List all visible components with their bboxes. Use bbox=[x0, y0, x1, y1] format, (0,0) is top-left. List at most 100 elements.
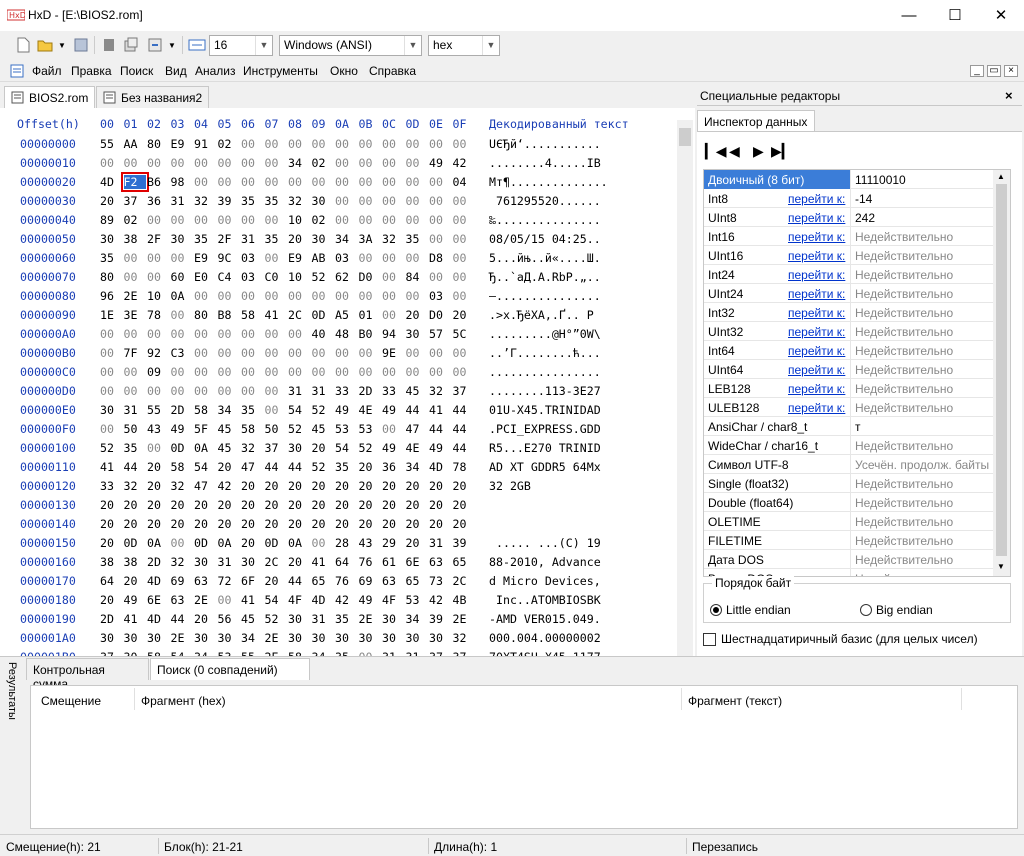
hex-byte[interactable]: 20 bbox=[406, 479, 428, 493]
hex-byte[interactable]: 00 bbox=[171, 213, 193, 227]
hex-byte[interactable]: 00 bbox=[288, 327, 310, 341]
hex-byte[interactable]: 20 bbox=[100, 498, 122, 512]
hex-byte[interactable]: 00 bbox=[335, 213, 357, 227]
inspector-row[interactable]: Int24 перейти к: Недействительно bbox=[704, 265, 996, 284]
hex-byte[interactable]: 30 bbox=[194, 631, 216, 645]
open-folder-icon[interactable] bbox=[36, 36, 54, 54]
hex-byte[interactable]: 00 bbox=[312, 536, 334, 550]
hex-byte[interactable]: 00 bbox=[382, 213, 404, 227]
hex-byte[interactable]: 52 bbox=[100, 441, 122, 455]
hex-byte[interactable]: 00 bbox=[147, 384, 169, 398]
hex-byte[interactable]: 33 bbox=[100, 479, 122, 493]
decoded-text[interactable]: ........113-3E27 bbox=[489, 384, 601, 398]
maximize-icon[interactable]: ☐ bbox=[932, 0, 978, 31]
hex-byte[interactable]: 00 bbox=[453, 213, 475, 227]
hex-byte[interactable]: 2F bbox=[218, 232, 240, 246]
hex-byte[interactable]: 20 bbox=[312, 498, 334, 512]
hex-byte[interactable]: E9 bbox=[194, 251, 216, 265]
hex-byte[interactable]: 31 bbox=[312, 384, 334, 398]
hex-byte[interactable]: 36 bbox=[382, 460, 404, 474]
hex-byte[interactable]: 00 bbox=[359, 346, 381, 360]
hex-byte[interactable]: 53 bbox=[406, 593, 428, 607]
hex-byte[interactable]: 58 bbox=[171, 460, 193, 474]
hex-byte[interactable]: B0 bbox=[359, 327, 381, 341]
hex-byte[interactable]: 49 bbox=[382, 403, 404, 417]
hex-byte[interactable]: 80 bbox=[100, 270, 122, 284]
hex-byte[interactable]: 6E bbox=[406, 555, 428, 569]
hex-byte[interactable]: 20 bbox=[406, 498, 428, 512]
hex-byte[interactable]: 20 bbox=[359, 460, 381, 474]
little-endian-label[interactable]: Little endian bbox=[726, 603, 791, 617]
hex-byte[interactable]: 41 bbox=[265, 308, 287, 322]
hex-byte[interactable]: 72 bbox=[218, 574, 240, 588]
big-endian-radio[interactable] bbox=[860, 604, 872, 616]
save-icon[interactable] bbox=[72, 36, 90, 54]
hex-byte[interactable]: 49 bbox=[359, 593, 381, 607]
goto-link[interactable]: перейти к: bbox=[788, 325, 845, 339]
offset-base-select[interactable]: hex ▼ bbox=[428, 35, 500, 56]
hex-byte[interactable]: 00 bbox=[359, 213, 381, 227]
hex-byte[interactable]: 00 bbox=[241, 213, 263, 227]
hex-byte[interactable]: 00 bbox=[406, 365, 428, 379]
hex-byte[interactable]: 65 bbox=[312, 574, 334, 588]
hex-byte[interactable]: 00 bbox=[312, 346, 334, 360]
hex-byte[interactable]: 20 bbox=[218, 517, 240, 531]
first-icon[interactable]: ▎◀ bbox=[705, 143, 727, 160]
hex-byte[interactable]: 00 bbox=[406, 346, 428, 360]
hex-byte[interactable]: 20 bbox=[382, 479, 404, 493]
hex-byte[interactable]: 54 bbox=[265, 593, 287, 607]
hex-byte[interactable]: 39 bbox=[218, 194, 240, 208]
column-divider[interactable] bbox=[134, 688, 135, 710]
decoded-text[interactable]: -AMD VER015.049. bbox=[489, 612, 601, 626]
hex-byte[interactable]: 00 bbox=[429, 346, 451, 360]
hex-byte[interactable]: 34 bbox=[218, 403, 240, 417]
hex-byte[interactable]: 47 bbox=[241, 460, 263, 474]
hex-byte[interactable]: 60 bbox=[171, 270, 193, 284]
hex-byte[interactable]: 4D bbox=[147, 574, 169, 588]
hex-byte[interactable]: 91 bbox=[194, 137, 216, 151]
hex-byte[interactable]: 00 bbox=[406, 213, 428, 227]
inspector-value[interactable]: Недействительно bbox=[850, 493, 996, 512]
hex-byte[interactable]: 20 bbox=[265, 574, 287, 588]
hex-byte[interactable]: 00 bbox=[218, 593, 240, 607]
hex-byte[interactable]: 37 bbox=[124, 194, 146, 208]
hex-byte[interactable]: 2D bbox=[359, 384, 381, 398]
hex-byte[interactable]: 10 bbox=[288, 270, 310, 284]
hex-byte[interactable]: 00 bbox=[265, 365, 287, 379]
hex-byte[interactable]: 44 bbox=[453, 441, 475, 455]
hex-byte[interactable]: 00 bbox=[429, 194, 451, 208]
column-offset[interactable]: Смещение bbox=[41, 694, 101, 708]
decoded-text[interactable]: –............... bbox=[489, 289, 601, 303]
hex-byte[interactable]: 63 bbox=[382, 574, 404, 588]
inspector-row[interactable]: ULEB128 перейти к: Недействительно bbox=[704, 398, 996, 417]
hex-byte[interactable]: 00 bbox=[429, 213, 451, 227]
hex-byte[interactable]: 31 bbox=[288, 384, 310, 398]
copy-icon[interactable] bbox=[122, 36, 140, 54]
hex-byte[interactable]: 63 bbox=[194, 574, 216, 588]
hex-byte[interactable]: 20 bbox=[453, 308, 475, 322]
hex-byte[interactable]: 00 bbox=[218, 346, 240, 360]
hex-byte[interactable]: 00 bbox=[453, 232, 475, 246]
hex-byte[interactable]: 52 bbox=[312, 403, 334, 417]
hex-byte[interactable]: 49 bbox=[335, 403, 357, 417]
hex-byte[interactable]: 00 bbox=[265, 327, 287, 341]
hex-byte[interactable]: 20 bbox=[100, 593, 122, 607]
hex-byte[interactable]: 20 bbox=[147, 479, 169, 493]
hex-byte[interactable]: 41 bbox=[429, 403, 451, 417]
hex-byte[interactable]: 00 bbox=[171, 327, 193, 341]
inspector-row[interactable]: UInt8 перейти к: 242 bbox=[704, 208, 996, 227]
hex-byte[interactable]: 38 bbox=[100, 555, 122, 569]
hex-byte[interactable]: 00 bbox=[453, 346, 475, 360]
hex-byte[interactable]: 00 bbox=[382, 175, 404, 189]
hex-byte[interactable]: 00 bbox=[124, 270, 146, 284]
decoded-text[interactable]: Ђ..`аД.А.RbР.„.. bbox=[489, 270, 601, 284]
menu-tools[interactable]: Инструменты bbox=[243, 64, 318, 78]
hex-byte[interactable]: 00 bbox=[359, 156, 381, 170]
goto-link[interactable]: перейти к: bbox=[788, 344, 845, 358]
column-divider[interactable] bbox=[681, 688, 682, 710]
hex-byte[interactable]: 53 bbox=[335, 422, 357, 436]
hex-byte[interactable]: 44 bbox=[406, 403, 428, 417]
hex-byte[interactable]: 30 bbox=[194, 555, 216, 569]
scrollbar-thumb[interactable] bbox=[679, 128, 691, 146]
hex-byte[interactable]: 31 bbox=[429, 536, 451, 550]
